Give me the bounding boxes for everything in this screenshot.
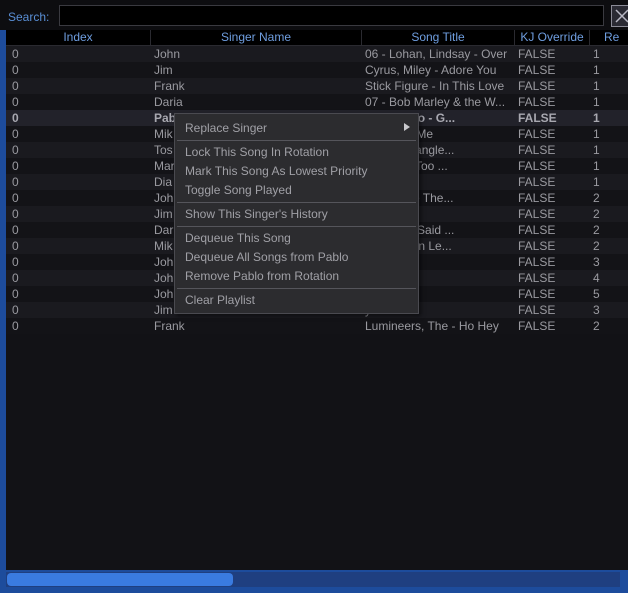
search-label: Search: <box>8 10 50 24</box>
cell-index: 0 <box>12 175 19 189</box>
cell-index: 0 <box>12 271 19 285</box>
cell-rotation: 3 <box>593 303 600 317</box>
search-bar: Search: <box>0 0 628 30</box>
column-header-index[interactable]: Index <box>6 30 151 45</box>
column-header-singer-name[interactable]: Singer Name <box>151 30 362 45</box>
cell-rotation: 1 <box>593 79 600 93</box>
cell-index: 0 <box>12 255 19 269</box>
column-header-kj-override[interactable]: KJ Override <box>515 30 590 45</box>
cell-kj-override: FALSE <box>518 239 556 253</box>
cell-singer-name: Daria <box>154 95 183 109</box>
cell-kj-override: FALSE <box>518 191 556 205</box>
cell-rotation: 2 <box>593 239 600 253</box>
cell-singer-name: Jim <box>154 63 173 77</box>
column-header-song-title[interactable]: Song Title <box>362 30 515 45</box>
cell-index: 0 <box>12 111 19 125</box>
cell-rotation: 1 <box>593 127 600 141</box>
cell-rotation: 1 <box>593 47 600 61</box>
cell-song-title: 07 - Bob Marley & the W... <box>365 95 506 109</box>
cell-index: 0 <box>12 127 19 141</box>
cell-index: 0 <box>12 95 19 109</box>
horizontal-scroll-thumb[interactable] <box>7 573 233 586</box>
cell-index: 0 <box>12 319 19 333</box>
table-row[interactable]: 0 Frank Lumineers, The - Ho Hey FALSE 2 <box>6 318 628 334</box>
cell-rotation: 2 <box>593 319 600 333</box>
cell-singer-name: Frank <box>154 319 185 333</box>
menu-item-toggle-song-played[interactable]: Toggle Song Played <box>185 181 292 199</box>
table-row[interactable]: 0 John 06 - Lohan, Lindsay - Over FALSE 1 <box>6 46 628 62</box>
menu-item-show-singer-history[interactable]: Show This Singer's History <box>185 205 328 223</box>
cell-kj-override: FALSE <box>518 159 556 173</box>
menu-separator <box>177 226 416 227</box>
cell-rotation: 1 <box>593 95 600 109</box>
cell-kj-override: FALSE <box>518 319 556 333</box>
cell-index: 0 <box>12 239 19 253</box>
cell-song-title: 06 - Lohan, Lindsay - Over <box>365 47 508 61</box>
cell-kj-override: FALSE <box>518 111 557 125</box>
menu-separator <box>177 202 416 203</box>
cell-rotation: 2 <box>593 223 600 237</box>
cell-singer-name: John <box>154 47 181 61</box>
clear-search-button[interactable] <box>611 5 628 27</box>
cell-index: 0 <box>12 303 19 317</box>
cell-rotation: 5 <box>593 287 600 301</box>
cell-rotation: 1 <box>593 159 600 173</box>
cell-kj-override: FALSE <box>518 79 556 93</box>
table-row[interactable]: 0 Frank Stick Figure - In This Love FALSE 1 <box>6 78 628 94</box>
table-row[interactable]: 0 Daria 07 - Bob Marley & the W... FALSE 1 <box>6 94 628 110</box>
cell-kj-override: FALSE <box>518 127 556 141</box>
cell-index: 0 <box>12 143 19 157</box>
cell-rotation: 3 <box>593 255 600 269</box>
cell-rotation: 2 <box>593 191 600 205</box>
cell-kj-override: FALSE <box>518 223 556 237</box>
close-icon <box>615 9 628 23</box>
cell-index: 0 <box>12 207 19 221</box>
cell-kj-override: FALSE <box>518 47 556 61</box>
cell-index: 0 <box>12 223 19 237</box>
cell-index: 0 <box>12 287 19 301</box>
menu-separator <box>177 140 416 141</box>
menu-item-remove-from-rotation[interactable]: Remove Pablo from Rotation <box>185 267 339 285</box>
cell-rotation: 1 <box>593 111 600 125</box>
cell-song-title: Cyrus, Miley - Adore You <box>365 63 497 77</box>
cell-rotation: 1 <box>593 175 600 189</box>
menu-item-dequeue-this-song[interactable]: Dequeue This Song <box>185 229 291 247</box>
cell-rotation: 1 <box>593 143 600 157</box>
cell-kj-override: FALSE <box>518 143 556 157</box>
cell-kj-override: FALSE <box>518 175 556 189</box>
table-row[interactable]: 0 Jim Cyrus, Miley - Adore You FALSE 1 <box>6 62 628 78</box>
cell-index: 0 <box>12 47 19 61</box>
cell-kj-override: FALSE <box>518 207 556 221</box>
context-menu: Replace Singer Lock This Song In Rotatio… <box>174 113 419 314</box>
menu-item-dequeue-all-songs[interactable]: Dequeue All Songs from Pablo <box>185 248 348 266</box>
cell-singer-name: Frank <box>154 79 185 93</box>
search-input[interactable] <box>59 5 604 26</box>
cell-rotation: 4 <box>593 271 600 285</box>
menu-separator <box>177 288 416 289</box>
menu-item-lock-song-in-rotation[interactable]: Lock This Song In Rotation <box>185 143 329 161</box>
cell-kj-override: FALSE <box>518 63 556 77</box>
cell-song-title: Stick Figure - In This Love <box>365 79 505 93</box>
menu-item-mark-lowest-priority[interactable]: Mark This Song As Lowest Priority <box>185 162 368 180</box>
cell-kj-override: FALSE <box>518 95 556 109</box>
cell-index: 0 <box>12 159 19 173</box>
cell-rotation: 2 <box>593 207 600 221</box>
cell-kj-override: FALSE <box>518 271 556 285</box>
menu-item-clear-playlist[interactable]: Clear Playlist <box>185 291 255 309</box>
cell-index: 0 <box>12 191 19 205</box>
cell-index: 0 <box>12 63 19 77</box>
cell-index: 0 <box>12 79 19 93</box>
menu-item-replace-singer[interactable]: Replace Singer <box>185 119 267 137</box>
cell-rotation: 1 <box>593 63 600 77</box>
cell-song-title: Lumineers, The - Ho Hey <box>365 319 499 333</box>
cell-kj-override: FALSE <box>518 255 556 269</box>
column-header-rotation[interactable]: Re <box>590 30 628 45</box>
cell-kj-override: FALSE <box>518 303 556 317</box>
chevron-right-icon <box>404 123 410 131</box>
cell-kj-override: FALSE <box>518 287 556 301</box>
grid-header: Index Singer Name Song Title KJ Override… <box>6 30 628 46</box>
